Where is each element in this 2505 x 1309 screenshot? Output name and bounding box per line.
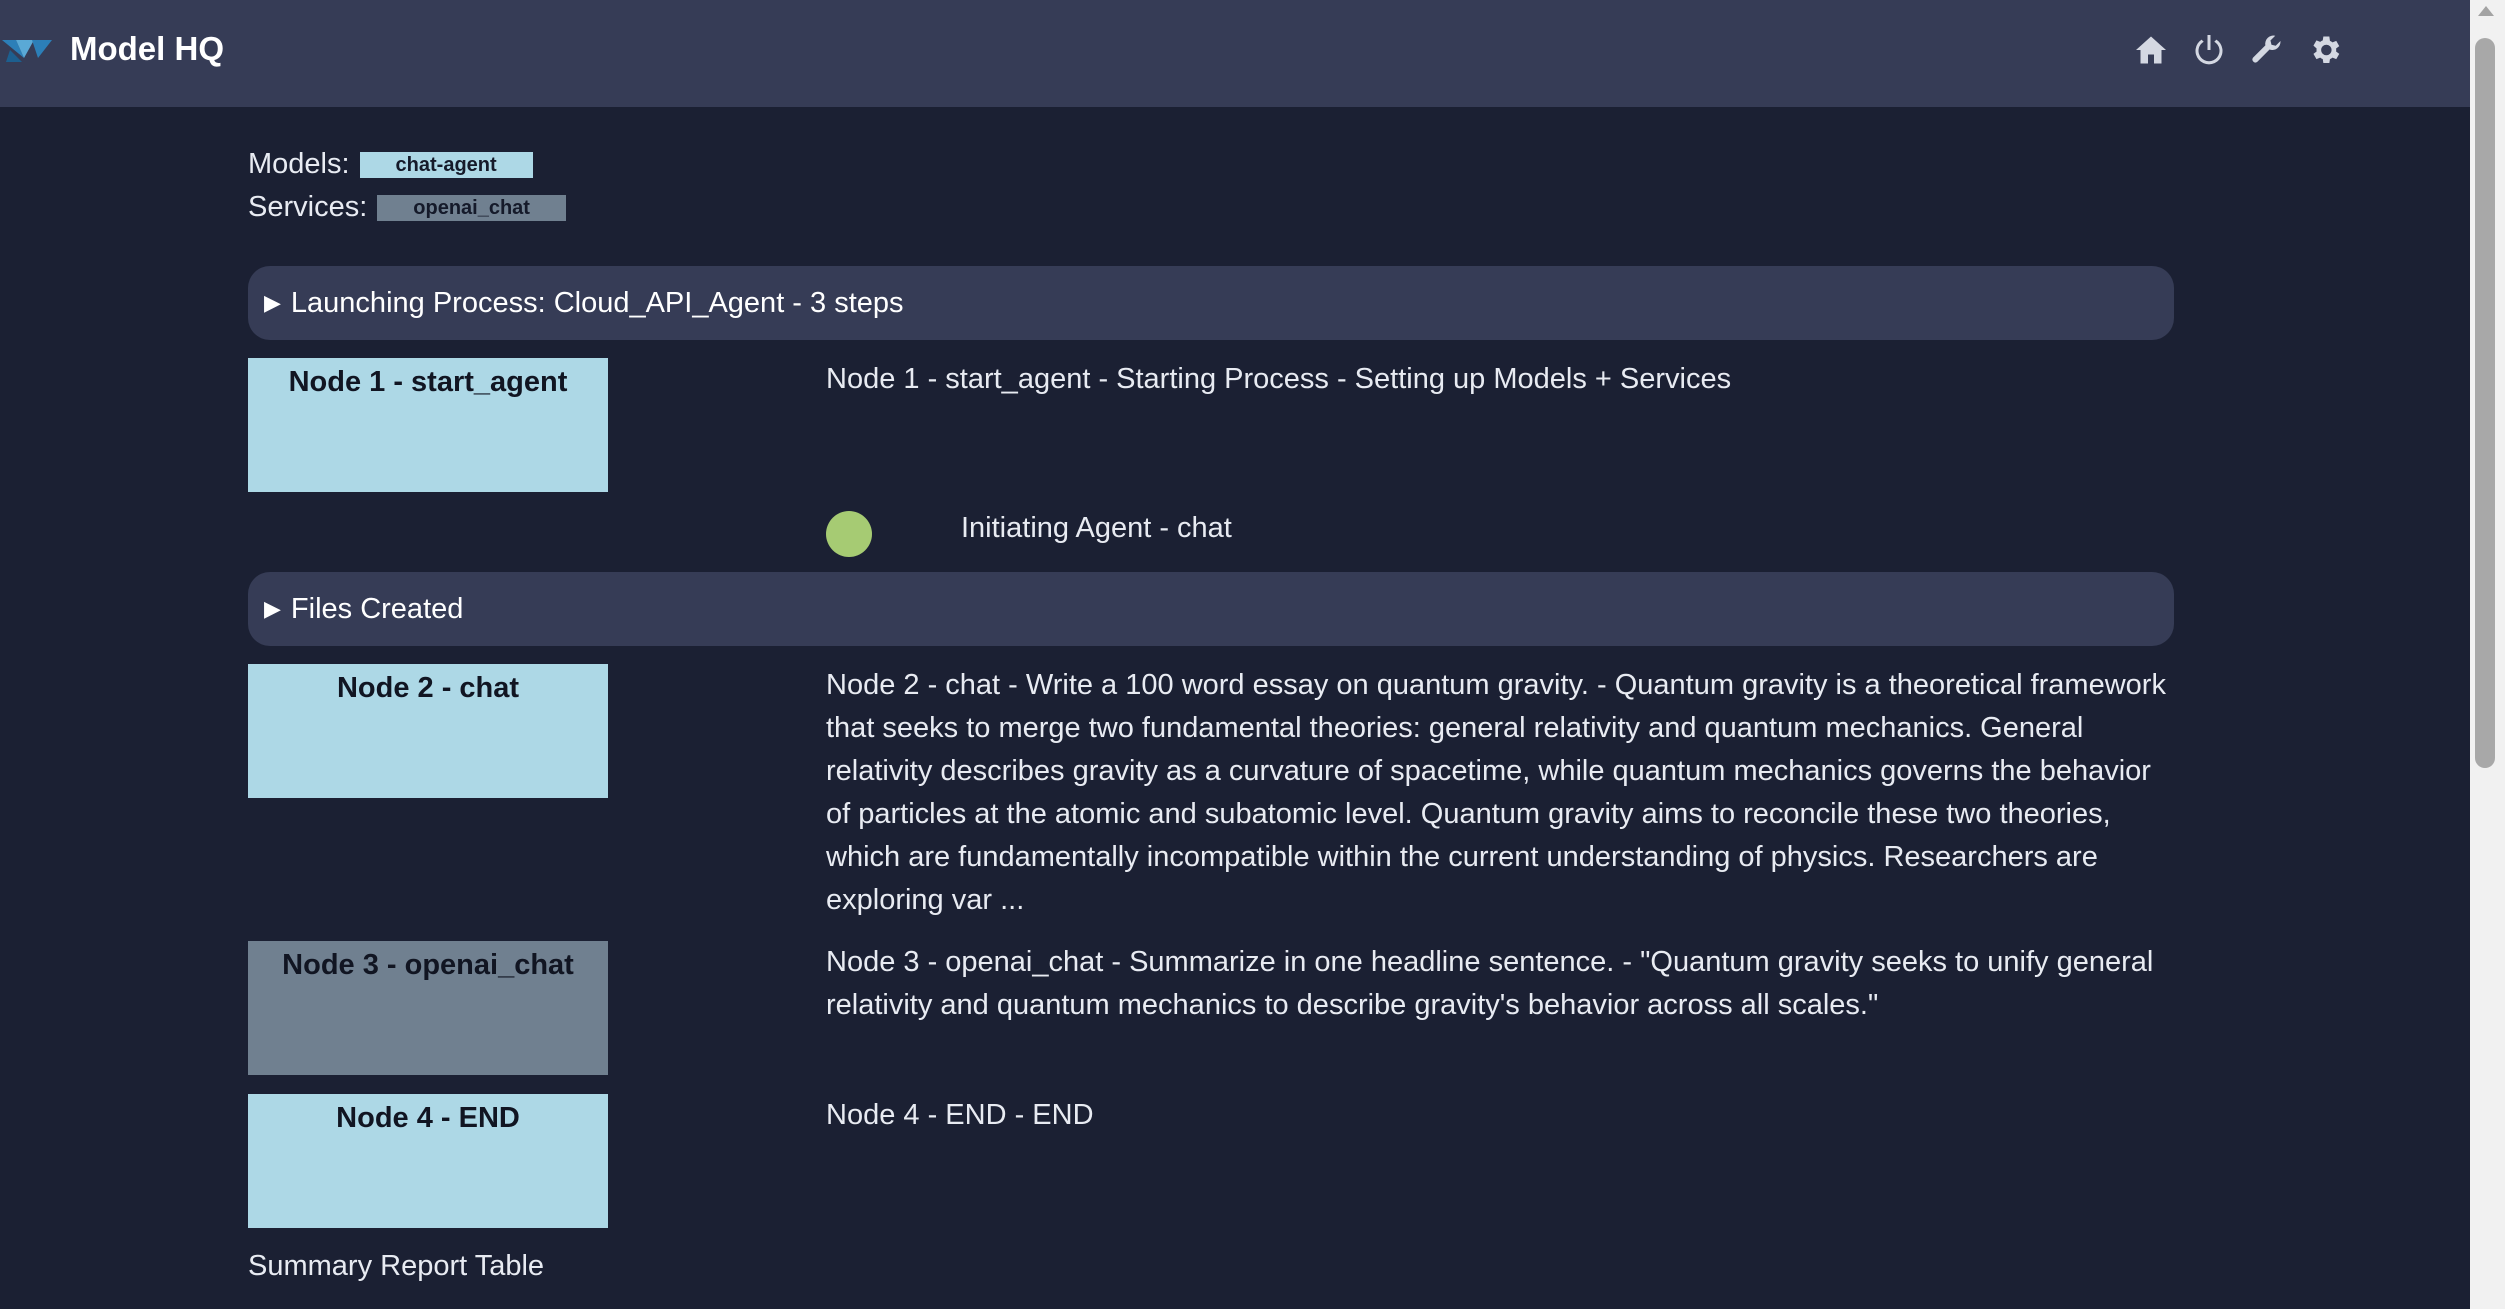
home-icon[interactable] xyxy=(2132,30,2170,70)
app-logo-icon xyxy=(2,40,52,62)
wrench-icon[interactable] xyxy=(2248,30,2286,70)
gear-icon[interactable] xyxy=(2306,30,2344,70)
node-text-2: Node 2 - chat - Write a 100 word essay o… xyxy=(826,669,2166,916)
node-text-1: Node 1 - start_agent - Starting Process … xyxy=(826,363,1732,395)
scroll-up-arrow-icon[interactable] xyxy=(2478,6,2494,16)
header-icon-group xyxy=(2132,30,2344,70)
files-created-label: Files Created xyxy=(290,592,464,625)
top-bar: Model HQ xyxy=(0,0,2470,107)
launching-process-label: Launching Process: Cloud_API_Agent - 3 s… xyxy=(290,286,904,319)
services-tag: openai_chat xyxy=(377,194,566,221)
status-text: Initiating Agent - chat xyxy=(961,512,1232,544)
services-label: Services: xyxy=(248,191,368,223)
services-line: Services: openai_chat xyxy=(248,191,566,224)
models-tag: chat-agent xyxy=(359,151,533,178)
node-text-3: Node 3 - openai_chat - Summarize in one … xyxy=(826,946,2154,1021)
node-box-4: Node 4 - END xyxy=(248,1094,608,1228)
files-created-toggle[interactable]: ▶ Files Created xyxy=(248,572,2174,646)
models-label: Models: xyxy=(248,148,350,180)
node-box-2: Node 2 - chat xyxy=(248,664,608,798)
app-title: Model HQ xyxy=(70,30,224,67)
scrollbar-thumb[interactable] xyxy=(2475,38,2495,768)
node-box-1: Node 1 - start_agent xyxy=(248,358,608,492)
models-line: Models: chat-agent xyxy=(248,148,533,181)
summary-report-title: Summary Report Table xyxy=(248,1250,545,1282)
expand-triangle-icon: ▶ xyxy=(264,290,281,315)
node-text-4: Node 4 - END - END xyxy=(826,1099,1094,1131)
status-indicator-dot xyxy=(826,511,872,557)
node-box-3: Node 3 - openai_chat xyxy=(248,941,608,1075)
power-icon[interactable] xyxy=(2190,30,2228,70)
expand-triangle-icon: ▶ xyxy=(264,596,281,621)
launching-process-toggle[interactable]: ▶ Launching Process: Cloud_API_Agent - 3… xyxy=(248,266,2174,340)
